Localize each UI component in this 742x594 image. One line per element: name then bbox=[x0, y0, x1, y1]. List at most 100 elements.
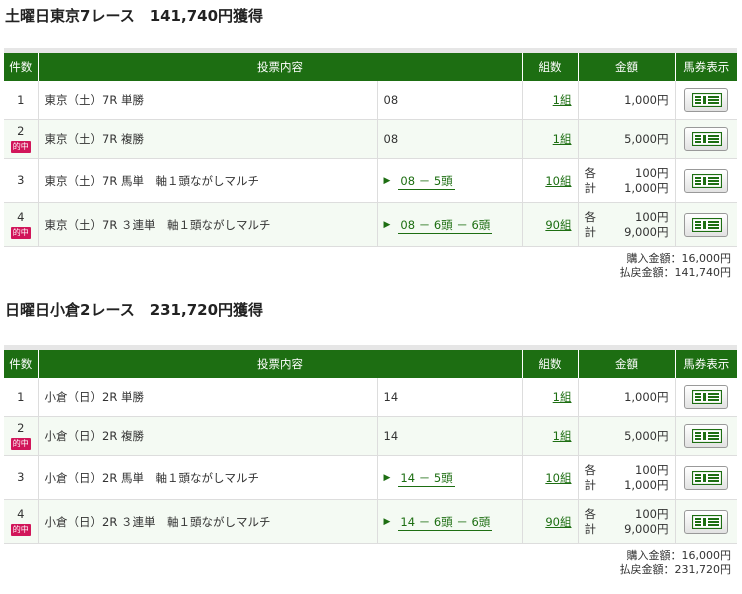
row-index-cell: 3 bbox=[4, 455, 39, 500]
amount-value: 1,000円 bbox=[624, 390, 669, 404]
hit-badge: 的中 bbox=[10, 438, 31, 450]
kumi-link[interactable]: 10組 bbox=[545, 471, 571, 485]
amount-cell: 1,000円 bbox=[578, 81, 676, 120]
summary: 購入金額：16,000円 払戻金額：231,720円 bbox=[4, 544, 737, 581]
ticket-button[interactable] bbox=[684, 212, 729, 237]
amount-cell: 1,000円 bbox=[578, 378, 676, 417]
each-label: 各 bbox=[584, 165, 597, 180]
amount-cell: 各 100円計 1,000円 bbox=[578, 158, 676, 203]
kumi-link[interactable]: 1組 bbox=[553, 429, 572, 443]
each-amount: 100円 bbox=[635, 506, 669, 521]
row-index-cell: 4 的中 bbox=[4, 202, 39, 247]
bet-selection: ▶ 14 － 6頭 － 6頭 bbox=[377, 499, 523, 544]
table-header-row: 件数 投票内容 組数 金額 馬券表示 bbox=[4, 350, 737, 378]
triangle-right-icon: ▶ bbox=[383, 220, 391, 230]
header-kumi: 組数 bbox=[522, 53, 579, 81]
bet-selection: 08 bbox=[377, 81, 523, 120]
ticket-button[interactable] bbox=[684, 385, 729, 409]
selection-combo: ▶ 08 － 6頭 － 6頭 bbox=[383, 217, 493, 234]
row-index-cell: 3 bbox=[4, 158, 39, 203]
table-row: 3 東京（土）7R 馬単 軸１頭ながしマルチ ▶ 08 － 5頭 10組 各 100… bbox=[4, 158, 737, 203]
ticket-icon bbox=[692, 429, 723, 443]
table-row: 1 小倉（日）2R 単勝 14 1組 1,000円 bbox=[4, 378, 737, 417]
ticket-button[interactable] bbox=[684, 127, 729, 151]
row-index: 3 bbox=[17, 173, 25, 187]
total-label: 計 bbox=[584, 224, 597, 239]
amount-value: 5,000円 bbox=[624, 429, 669, 443]
amount-breakdown: 各 100円計 9,000円 bbox=[585, 210, 669, 240]
total-amount: 9,000円 bbox=[624, 224, 669, 239]
ticket-button[interactable] bbox=[684, 509, 729, 534]
ticket-cell bbox=[675, 455, 737, 500]
amount-cell: 5,000円 bbox=[578, 119, 676, 159]
bet-description: 小倉（日）2R 単勝 bbox=[38, 378, 378, 417]
row-index-cell: 2 的中 bbox=[4, 416, 39, 456]
header-count: 件数 bbox=[4, 53, 39, 81]
header-content: 投票内容 bbox=[38, 53, 523, 81]
header-count: 件数 bbox=[4, 350, 39, 378]
row-index: 2 bbox=[17, 124, 25, 138]
bet-description: 小倉（日）2R 馬単 軸１頭ながしマルチ bbox=[38, 455, 378, 500]
kumi-link[interactable]: 1組 bbox=[553, 93, 572, 107]
total-label: 計 bbox=[584, 521, 597, 536]
each-amount: 100円 bbox=[635, 165, 669, 180]
total-amount: 1,000円 bbox=[624, 180, 669, 195]
total-label: 計 bbox=[584, 477, 597, 492]
amount-breakdown: 各 100円計 9,000円 bbox=[585, 507, 669, 537]
row-index-cell: 2 的中 bbox=[4, 119, 39, 159]
ticket-cell bbox=[675, 119, 737, 159]
bet-selection: 14 bbox=[377, 378, 523, 417]
kumi-cell: 1組 bbox=[522, 81, 579, 120]
ticket-cell bbox=[675, 202, 737, 247]
table-row: 4 的中 東京（土）7R ３連単 軸１頭ながしマルチ ▶ 08 － 6頭 － 6頭… bbox=[4, 202, 737, 247]
bet-table: 件数 投票内容 組数 金額 馬券表示 1 東京（土）7R 単勝 08 1組 1,… bbox=[4, 53, 737, 247]
kumi-link[interactable]: 1組 bbox=[553, 390, 572, 404]
kumi-link[interactable]: 90組 bbox=[545, 218, 571, 232]
hit-badge: 的中 bbox=[10, 226, 31, 239]
ticket-icon bbox=[692, 132, 723, 146]
kumi-link[interactable]: 10組 bbox=[545, 174, 571, 188]
table-row: 3 小倉（日）2R 馬単 軸１頭ながしマルチ ▶ 14 － 5頭 10組 各 100… bbox=[4, 455, 737, 500]
each-label: 各 bbox=[584, 506, 597, 521]
table-row: 2 的中 小倉（日）2R 複勝 14 1組 5,000円 bbox=[4, 416, 737, 456]
triangle-right-icon: ▶ bbox=[383, 176, 391, 186]
amount-cell: 各 100円計 9,000円 bbox=[578, 202, 676, 247]
bet-description: 東京（土）7R 単勝 bbox=[38, 81, 378, 120]
table-row: 2 的中 東京（土）7R 複勝 08 1組 5,000円 bbox=[4, 119, 737, 159]
selection-text: 14 － 5頭 bbox=[398, 470, 455, 487]
kumi-cell: 10組 bbox=[522, 158, 579, 203]
ticket-cell bbox=[675, 81, 737, 120]
ticket-button[interactable] bbox=[684, 168, 729, 193]
header-kumi: 組数 bbox=[522, 350, 579, 378]
bet-selection: ▶ 08 － 5頭 bbox=[377, 158, 523, 203]
kumi-link[interactable]: 90組 bbox=[545, 515, 571, 529]
bet-selection: 08 bbox=[377, 119, 523, 159]
selection-combo: ▶ 08 － 5頭 bbox=[383, 173, 455, 190]
each-label: 各 bbox=[584, 209, 597, 224]
ticket-button[interactable] bbox=[684, 465, 729, 490]
amount-cell: 5,000円 bbox=[578, 416, 676, 456]
bet-table: 件数 投票内容 組数 金額 馬券表示 1 小倉（日）2R 単勝 14 1組 1,… bbox=[4, 350, 737, 544]
table-row: 4 的中 小倉（日）2R ３連単 軸１頭ながしマルチ ▶ 14 － 6頭 － 6頭… bbox=[4, 499, 737, 544]
kumi-link[interactable]: 1組 bbox=[553, 132, 572, 146]
ticket-cell bbox=[675, 499, 737, 544]
amount-breakdown: 各 100円計 1,000円 bbox=[585, 166, 669, 196]
payout-total: 払戻金額：141,740円 bbox=[619, 266, 732, 279]
kumi-cell: 1組 bbox=[522, 416, 579, 456]
section-1-title: 土曜日東京7レース 141,740円獲得 bbox=[5, 7, 264, 25]
kumi-cell: 90組 bbox=[522, 499, 579, 544]
bet-description: 小倉（日）2R ３連単 軸１頭ながしマルチ bbox=[38, 499, 378, 544]
ticket-button[interactable] bbox=[684, 88, 729, 112]
row-index-cell: 1 bbox=[4, 81, 39, 120]
bet-description: 東京（土）7R 馬単 軸１頭ながしマルチ bbox=[38, 158, 378, 203]
bet-description: 東京（土）7R 複勝 bbox=[38, 119, 378, 159]
ticket-cell bbox=[675, 378, 737, 417]
table-header-row: 件数 投票内容 組数 金額 馬券表示 bbox=[4, 53, 737, 81]
selection-text: 08 － 5頭 bbox=[398, 173, 455, 190]
ticket-button[interactable] bbox=[684, 424, 729, 448]
amount-value: 5,000円 bbox=[624, 132, 669, 146]
row-index-cell: 1 bbox=[4, 378, 39, 417]
row-index: 2 bbox=[17, 421, 25, 435]
amount-breakdown: 各 100円計 1,000円 bbox=[585, 463, 669, 493]
bet-description: 小倉（日）2R 複勝 bbox=[38, 416, 378, 456]
